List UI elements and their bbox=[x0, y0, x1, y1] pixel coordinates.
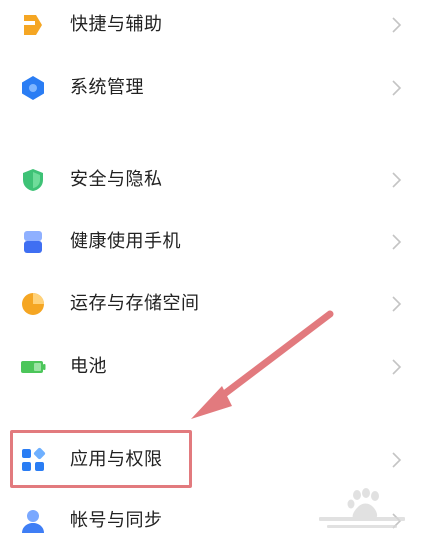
settings-item-battery[interactable]: 电池 bbox=[0, 336, 421, 398]
chevron-right-icon bbox=[390, 233, 402, 251]
system-hexagon-icon bbox=[20, 75, 46, 101]
shield-icon bbox=[20, 167, 46, 193]
settings-item-label: 运存与存储空间 bbox=[70, 293, 200, 314]
shortcut-icon bbox=[20, 12, 46, 38]
settings-item-label: 帐号与同步 bbox=[70, 510, 163, 531]
chevron-right-icon bbox=[390, 16, 402, 34]
settings-item-label: 快捷与辅助 bbox=[70, 14, 163, 35]
highlight-box bbox=[10, 430, 192, 488]
person-icon bbox=[20, 508, 46, 534]
chevron-right-icon bbox=[390, 79, 402, 97]
baidu-paw-watermark-icon bbox=[319, 488, 405, 528]
settings-item-system-management[interactable]: 系统管理 bbox=[0, 57, 421, 119]
battery-icon bbox=[20, 354, 46, 380]
chevron-right-icon bbox=[390, 358, 402, 376]
chevron-right-icon bbox=[390, 171, 402, 189]
settings-item-shortcuts[interactable]: 快捷与辅助 bbox=[0, 0, 421, 56]
settings-item-label: 系统管理 bbox=[70, 77, 144, 98]
chevron-right-icon bbox=[390, 451, 402, 469]
settings-item-memory-storage[interactable]: 运存与存储空间 bbox=[0, 273, 421, 335]
chevron-right-icon bbox=[390, 295, 402, 313]
settings-item-label: 安全与隐私 bbox=[70, 169, 163, 190]
settings-item-security-privacy[interactable]: 安全与隐私 bbox=[0, 149, 421, 211]
settings-item-digital-wellbeing[interactable]: 健康使用手机 bbox=[0, 211, 421, 273]
pie-chart-icon bbox=[20, 291, 46, 317]
settings-item-label: 电池 bbox=[70, 356, 107, 377]
settings-item-label: 健康使用手机 bbox=[70, 231, 181, 252]
hourglass-icon bbox=[20, 229, 46, 255]
